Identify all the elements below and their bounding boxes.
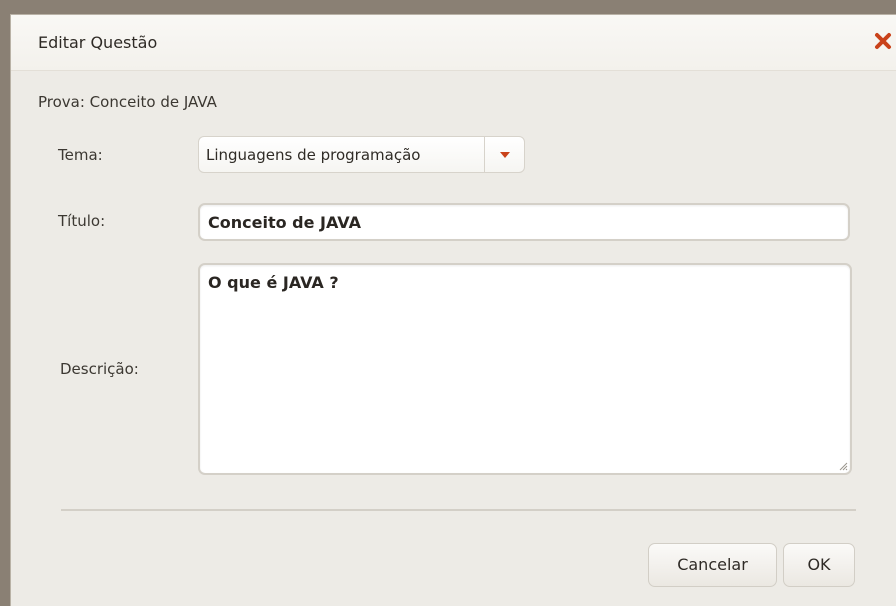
resize-grip-icon[interactable] [838, 461, 848, 471]
titulo-label: Título: [58, 212, 106, 230]
titulo-input[interactable] [198, 203, 850, 241]
cancel-button[interactable]: Cancelar [648, 543, 777, 587]
exam-label: Prova: Conceito de JAVA [38, 93, 217, 111]
descricao-textarea[interactable]: O que é JAVA ? [198, 263, 852, 475]
descricao-label: Descrição: [60, 360, 139, 378]
edit-question-dialog: Editar Questão Prova: Conceito de JAVA T… [10, 14, 896, 606]
tema-label: Tema: [58, 146, 103, 164]
chevron-down-icon [500, 152, 510, 158]
ok-button[interactable]: OK [783, 543, 855, 587]
close-icon[interactable] [873, 31, 893, 51]
tema-select[interactable]: Linguagens de programação [198, 136, 525, 173]
dialog-titlebar: Editar Questão [11, 15, 896, 71]
footer-divider [61, 509, 856, 511]
dialog-title: Editar Questão [38, 33, 158, 52]
tema-select-value: Linguagens de programação [206, 146, 421, 164]
tema-dropdown-button[interactable] [484, 137, 524, 172]
